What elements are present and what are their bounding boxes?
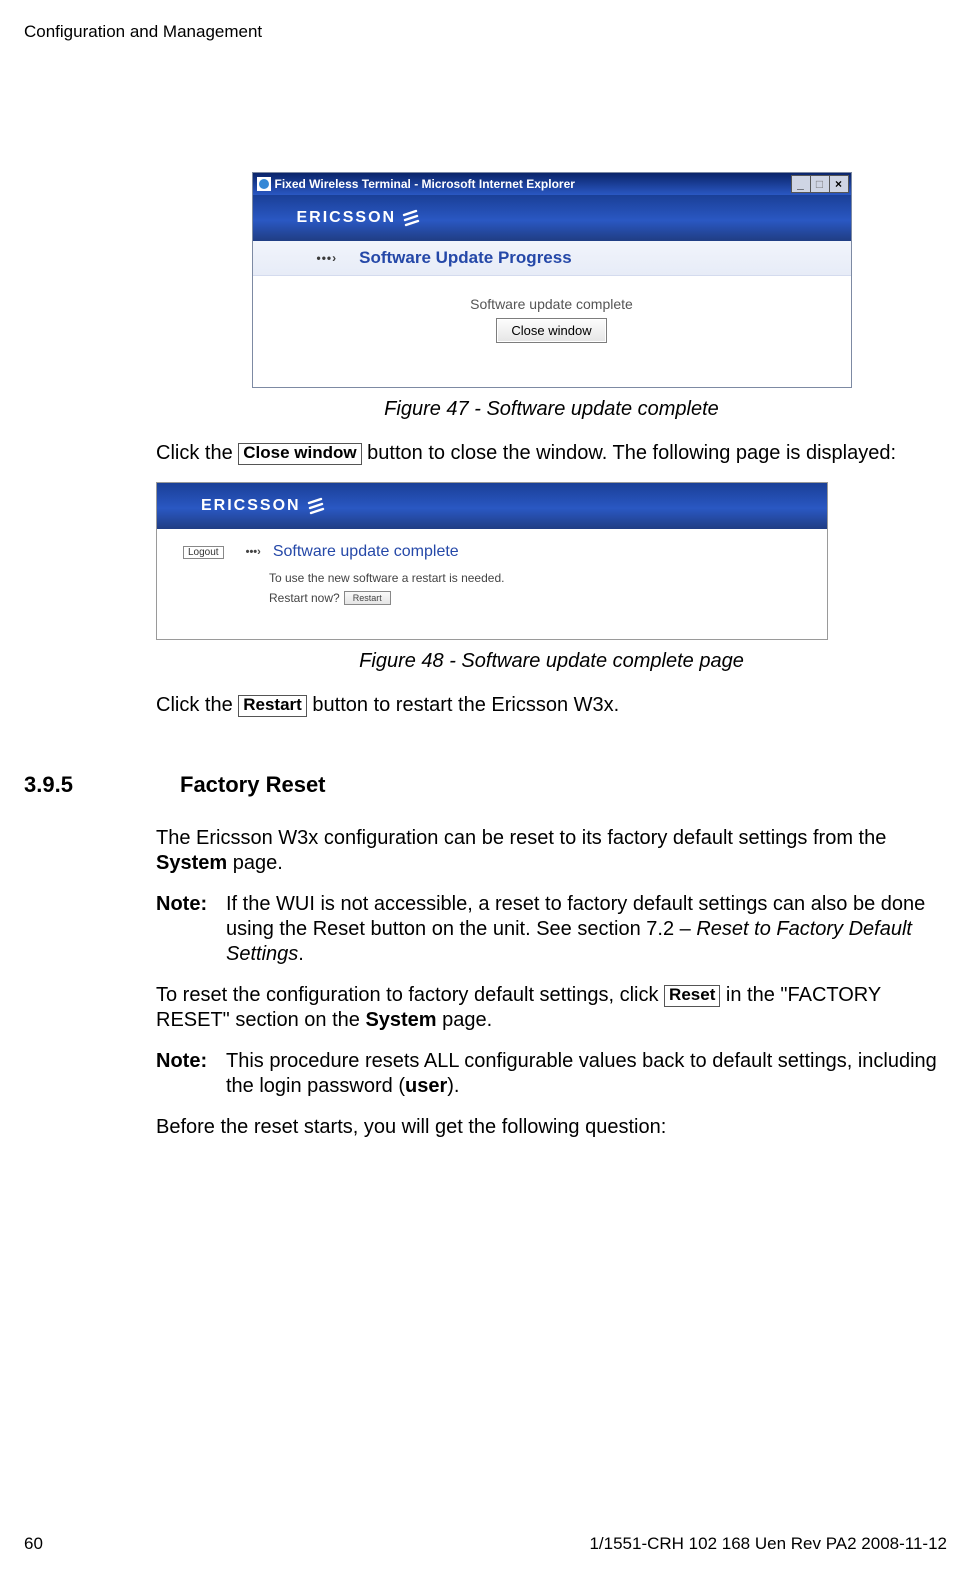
restart-question: Restart now? xyxy=(269,591,340,605)
section-number: 3.9.5 xyxy=(0,772,180,798)
note-wui-not-accessible: Note: If the WUI is not accessible, a re… xyxy=(156,892,947,967)
minimize-icon[interactable]: _ xyxy=(791,175,811,193)
restart-button[interactable]: Restart xyxy=(344,591,391,605)
fig47-caption: Figure 47 - Software update complete xyxy=(156,398,947,421)
breadcrumb-arrow-icon: •••› xyxy=(246,546,261,558)
ie-titlebar: Fixed Wireless Terminal - Microsoft Inte… xyxy=(253,173,851,195)
fig47-window: Fixed Wireless Terminal - Microsoft Inte… xyxy=(252,172,852,388)
brand-bar: ERICSSON xyxy=(157,483,827,529)
close-window-inline-button: Close window xyxy=(238,443,361,465)
reset-inline-button: Reset xyxy=(664,985,720,1007)
restart-needed-text: To use the new software a restart is nee… xyxy=(269,571,827,585)
running-header: Configuration and Management xyxy=(0,22,977,42)
ericsson-stripes-icon xyxy=(307,497,325,515)
restart-inline-button: Restart xyxy=(238,695,307,717)
fig48-panel: ERICSSON Logout •••› Software update com… xyxy=(156,482,828,640)
brand-text: ERICSSON xyxy=(201,497,301,515)
paragraph-reset-instructions: To reset the configuration to factory de… xyxy=(156,983,947,1033)
status-text: Software update complete xyxy=(253,296,851,312)
panel-title: Software update complete xyxy=(273,543,459,561)
paragraph-restart: Click the Restart button to restart the … xyxy=(156,693,947,718)
brand-text: ERICSSON xyxy=(297,209,397,227)
paragraph-close-window: Click the Close window button to close t… xyxy=(156,441,947,466)
close-icon[interactable]: × xyxy=(829,175,849,193)
section-title: Factory Reset xyxy=(180,772,326,798)
paragraph-factory-reset-intro: The Ericsson W3x configuration can be re… xyxy=(156,826,947,876)
logout-button[interactable]: Logout xyxy=(183,546,224,559)
ie-window-title: Fixed Wireless Terminal - Microsoft Inte… xyxy=(275,177,575,191)
paragraph-before-reset: Before the reset starts, you will get th… xyxy=(156,1115,947,1140)
note-reset-all: Note: This procedure resets ALL configur… xyxy=(156,1049,947,1099)
doc-reference: 1/1551-CRH 102 168 Uen Rev PA2 2008-11-1… xyxy=(589,1534,947,1554)
maximize-icon[interactable]: □ xyxy=(810,175,830,193)
ericsson-stripes-icon xyxy=(402,209,420,227)
subbar-title: Software Update Progress xyxy=(359,248,572,268)
close-window-button[interactable]: Close window xyxy=(496,318,606,343)
breadcrumb-arrow-icon: •••› xyxy=(317,251,338,265)
brand-bar: ERICSSON xyxy=(253,195,851,241)
subbar: •••› Software Update Progress xyxy=(253,241,851,276)
page-number: 60 xyxy=(24,1534,43,1554)
fig48-caption: Figure 48 - Software update complete pag… xyxy=(156,650,947,673)
ie-icon xyxy=(257,177,271,191)
